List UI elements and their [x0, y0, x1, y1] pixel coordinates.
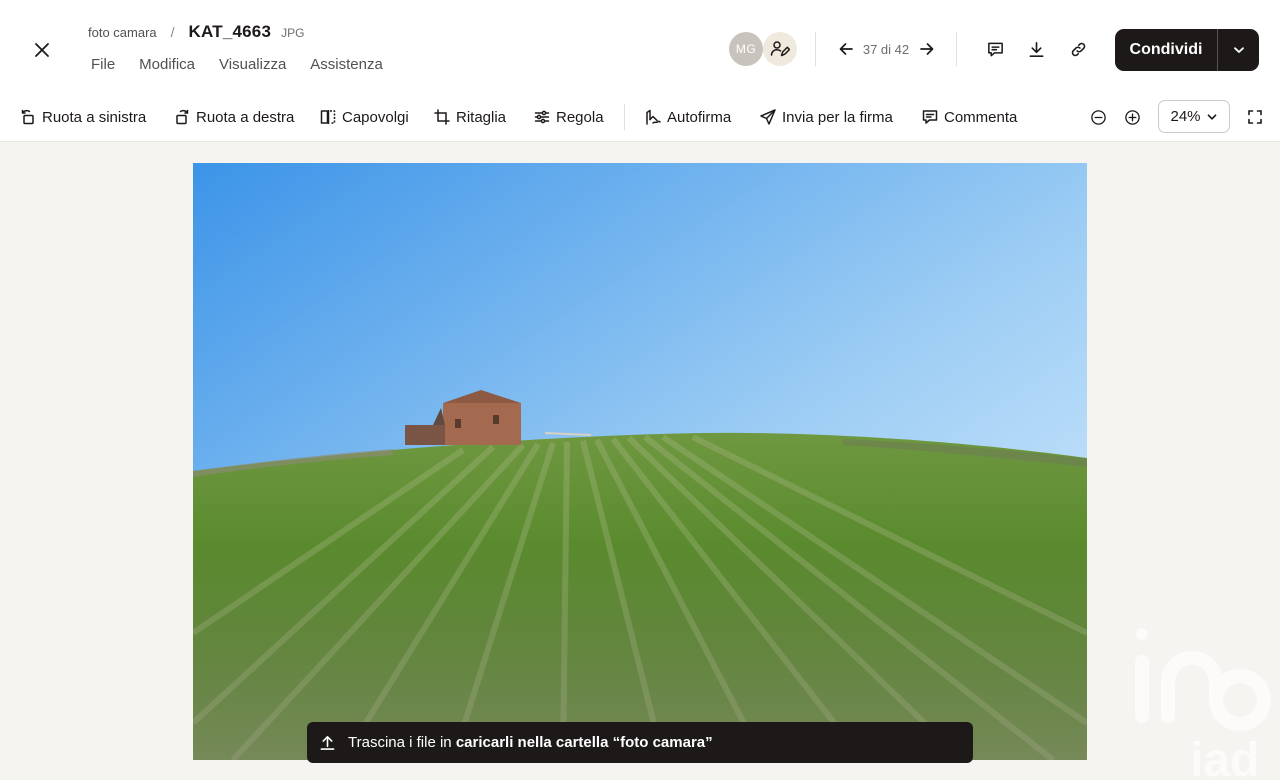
iad-logo: iad — [1135, 628, 1272, 780]
rotate-left-button[interactable]: Ruota a sinistra — [20, 106, 146, 128]
upload-icon — [320, 736, 335, 750]
avatar[interactable]: MG — [729, 32, 763, 66]
top-header: foto camara / KAT_4663 JPG File Modifica… — [0, 0, 1280, 96]
zoom-level-select[interactable]: 24% — [1158, 100, 1230, 133]
menu-file[interactable]: File — [79, 54, 127, 75]
breadcrumb: foto camara / KAT_4663 JPG — [88, 22, 304, 42]
comment-tool-button[interactable]: Commenta — [922, 106, 1017, 128]
file-extension: JPG — [281, 26, 305, 40]
download-icon — [1029, 41, 1043, 57]
rotate-left-icon — [21, 109, 34, 125]
zoom-out-icon — [1090, 109, 1106, 125]
upload-hint-text: Trascina i file in — [348, 734, 452, 751]
flip-icon — [320, 110, 336, 124]
fullscreen-icon — [1248, 110, 1262, 124]
copy-link-button[interactable] — [1065, 36, 1091, 62]
adjust-button[interactable]: Regola — [534, 106, 604, 128]
previous-file-button[interactable] — [834, 37, 858, 61]
self-sign-button[interactable]: Autofirma — [645, 106, 731, 128]
menu-modifica[interactable]: Modifica — [127, 54, 207, 75]
file-name[interactable]: KAT_4663 — [189, 22, 272, 42]
share-options-dropdown[interactable] — [1218, 29, 1259, 71]
send-for-signature-button[interactable]: Invia per la firma — [760, 106, 893, 128]
watermark-text: iad — [1190, 734, 1259, 780]
arrow-left-icon — [839, 43, 853, 55]
flip-button[interactable]: Capovolgi — [320, 106, 409, 128]
self-sign-icon — [646, 109, 661, 125]
self-sign-label: Autofirma — [667, 108, 732, 126]
breadcrumb-separator: / — [170, 24, 175, 40]
share-button[interactable]: Condividi — [1115, 29, 1217, 71]
share-people-button[interactable] — [763, 32, 797, 66]
crop-icon — [434, 109, 450, 125]
breadcrumb-folder[interactable]: foto camara — [88, 25, 157, 40]
link-icon — [1071, 42, 1085, 56]
share-button-group: Condividi — [1115, 29, 1259, 71]
divider — [815, 32, 816, 66]
comment-tool-label: Commenta — [944, 108, 1018, 126]
people-share-icon — [770, 41, 790, 57]
upload-hint-toast: Trascina i file in caricarli nella carte… — [307, 722, 973, 763]
arrow-right-icon — [920, 43, 934, 55]
crop-label: Ritaglia — [456, 108, 507, 126]
close-button[interactable] — [27, 35, 57, 65]
zoom-in-icon — [1124, 109, 1140, 125]
rotate-right-icon — [176, 109, 189, 125]
zoom-out-button[interactable] — [1088, 107, 1108, 127]
comments-button[interactable] — [982, 36, 1008, 62]
next-file-button[interactable] — [915, 37, 939, 61]
menu-bar: File Modifica Visualizza Assistenza — [79, 54, 395, 75]
flip-label: Capovolgi — [342, 108, 409, 126]
adjust-icon — [534, 110, 550, 124]
rotate-right-button[interactable]: Ruota a destra — [174, 106, 294, 128]
upload-hint-folder: caricarli nella cartella “foto camara” — [455, 734, 713, 751]
download-button[interactable] — [1023, 36, 1049, 62]
rotate-left-label: Ruota a sinistra — [42, 108, 147, 126]
menu-visualizza[interactable]: Visualizza — [207, 54, 298, 75]
chevron-down-icon — [1207, 113, 1216, 120]
fullscreen-button[interactable] — [1245, 107, 1265, 127]
zoom-in-button[interactable] — [1122, 107, 1142, 127]
close-icon — [35, 43, 49, 57]
landscape-photo — [193, 163, 1087, 760]
zoom-level-value: 24% — [1170, 108, 1201, 125]
send-for-signature-label: Invia per la firma — [782, 108, 893, 126]
divider — [956, 32, 957, 66]
chevron-down-icon — [1233, 47, 1244, 53]
watermark-logo: iad — [1128, 620, 1280, 780]
crop-button[interactable]: Ritaglia — [434, 106, 506, 128]
rotate-right-label: Ruota a destra — [196, 108, 295, 126]
comment-icon — [922, 110, 938, 124]
comment-icon — [987, 42, 1003, 56]
toolbar-divider — [624, 104, 625, 130]
file-position-counter: 37 di 42 — [862, 42, 910, 57]
image-preview[interactable] — [193, 163, 1087, 760]
menu-assistenza[interactable]: Assistenza — [298, 54, 395, 75]
adjust-label: Regola — [556, 108, 604, 126]
send-signature-icon — [760, 109, 776, 125]
